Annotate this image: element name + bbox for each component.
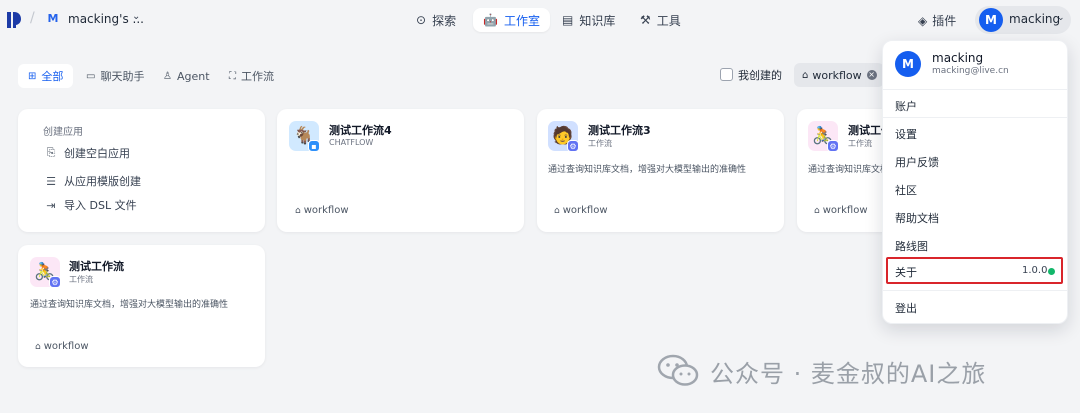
import-dsl[interactable]: ⇥ 导入 DSL 文件 xyxy=(44,197,137,213)
menu-item-feedback[interactable]: 用户反馈 xyxy=(895,154,939,170)
hammer-icon: ⚒ xyxy=(640,13,651,27)
nav-tools[interactable]: ⚒ 工具 xyxy=(630,8,691,32)
top-bar: / M macking's ... ⌄ ⊙ 探索 🤖 工作室 ▤ 知识库 ⚒ 工… xyxy=(0,0,1080,40)
wechat-logo-icon xyxy=(657,354,699,386)
tag-icon: ⌂ xyxy=(295,205,301,216)
menu-item-help-docs[interactable]: 帮助文档 xyxy=(895,210,939,226)
app-title: 测试工作流3 xyxy=(588,124,651,137)
menu-user-name: macking xyxy=(932,51,984,65)
nav-explore-label: 探索 xyxy=(432,13,457,28)
menu-item-settings[interactable]: 设置 xyxy=(895,126,917,142)
divider xyxy=(883,290,1067,291)
tab-chat-assistant[interactable]: ▭ 聊天助手 xyxy=(76,64,154,88)
menu-item-about-label: 关于 xyxy=(895,266,917,279)
app-description: 通过查询知识库文档，增强对大模型输出的准确性 xyxy=(808,165,882,175)
grid-icon: ⊞ xyxy=(28,70,37,82)
mine-checkbox[interactable] xyxy=(720,68,733,81)
create-from-template[interactable]: ☰ 从应用模版创建 xyxy=(44,173,141,189)
tab-chat-assistant-label: 聊天助手 xyxy=(100,70,145,83)
chevron-down-icon[interactable]: ⌄ xyxy=(1057,13,1065,23)
app-type: 工作流 xyxy=(848,139,872,148)
tag-icon: ⌂ xyxy=(802,69,809,81)
app-title: 测试工作流4 xyxy=(329,124,392,137)
plugin-button[interactable]: ◈ 插件 xyxy=(918,12,956,29)
file-plus-icon: ⎘ xyxy=(46,146,56,159)
create-app-heading: 创建应用 xyxy=(43,127,83,138)
app-description: 通过查询知识库文档，增强对大模型输出的准确性 xyxy=(548,165,747,175)
tag-icon: ⌂ xyxy=(554,205,560,216)
book-icon: ▤ xyxy=(562,13,574,27)
robot-icon: 🤖 xyxy=(483,13,498,27)
tab-workflow-label: 工作流 xyxy=(241,70,274,83)
tab-all-label: 全部 xyxy=(41,70,64,83)
version-label: 1.0.0 xyxy=(1022,265,1048,276)
watermark-text: 公众号 · 麦金叔的AI之旅 xyxy=(710,360,987,388)
tab-workflow[interactable]: ⛶ 工作流 xyxy=(219,64,284,88)
workflow-badge-icon: ⚙ xyxy=(827,140,839,152)
compass-icon: ⊙ xyxy=(416,13,427,27)
import-dsl-label: 导入 DSL 文件 xyxy=(64,199,137,212)
create-from-template-label: 从应用模版创建 xyxy=(64,175,141,188)
create-blank-app-label: 创建空白应用 xyxy=(64,147,130,160)
tag-filter[interactable]: ⌂ workflow × xyxy=(794,63,884,87)
workflow-badge-icon: ⚙ xyxy=(567,140,579,152)
clear-icon[interactable]: × xyxy=(866,70,877,80)
menu-item-logout[interactable]: 登出 xyxy=(895,300,917,316)
workspace-avatar[interactable]: M xyxy=(46,12,60,26)
plugin-label: 插件 xyxy=(932,14,957,28)
chat-icon: ▭ xyxy=(86,70,96,82)
app-description: 通过查询知识库文档，增强对大模型输出的准确性 xyxy=(30,300,229,310)
tag-filter-label: workflow xyxy=(812,68,862,82)
chat-badge-icon: ▪ xyxy=(308,140,320,152)
status-dot xyxy=(1048,268,1055,275)
workflow-icon: ⛶ xyxy=(229,70,236,82)
tag-icon: ⌂ xyxy=(814,205,820,216)
divider xyxy=(883,89,1067,90)
avatar: M xyxy=(895,51,921,77)
cube-icon: ◈ xyxy=(918,13,928,28)
tab-all[interactable]: ⊞ 全部 xyxy=(18,64,74,88)
breadcrumb-divider: / xyxy=(30,10,35,26)
chevron-down-icon[interactable]: ⌄ xyxy=(132,11,140,22)
nav-explore[interactable]: ⊙ 探索 xyxy=(406,8,466,32)
app-type: 工作流 xyxy=(588,139,612,148)
app-tag-label: workflow xyxy=(562,205,608,216)
nav-knowledge-label: 知识库 xyxy=(579,13,616,28)
menu-item-community[interactable]: 社区 xyxy=(895,182,917,198)
app-tag[interactable]: ⌂ workflow xyxy=(554,205,608,216)
app-tag[interactable]: ⌂ workflow xyxy=(295,205,349,216)
create-blank-app[interactable]: ⎘ 创建空白应用 xyxy=(44,145,130,161)
menu-item-roadmap[interactable]: 路线图 xyxy=(895,238,928,254)
workflow-badge-icon: ⚙ xyxy=(49,276,61,288)
user-name[interactable]: macking xyxy=(1009,12,1060,26)
app-tag-label: workflow xyxy=(43,341,89,352)
tab-agent-label: Agent xyxy=(176,69,210,83)
app-tag[interactable]: ⌂ workflow xyxy=(814,205,868,216)
app-tag-label: workflow xyxy=(303,205,349,216)
menu-user-email: macking@live.cn xyxy=(932,66,1009,76)
tab-agent[interactable]: ♙ Agent xyxy=(153,64,220,88)
tag-icon: ⌂ xyxy=(35,341,41,352)
app-tag[interactable]: ⌂ workflow xyxy=(35,341,89,352)
menu-item-account[interactable]: 账户 xyxy=(895,98,917,114)
nav-studio-label: 工作室 xyxy=(503,13,540,28)
mine-label[interactable]: 我创建的 xyxy=(738,67,782,83)
nav-knowledge[interactable]: ▤ 知识库 xyxy=(552,8,625,32)
divider xyxy=(883,117,1067,118)
nav-studio[interactable]: 🤖 工作室 xyxy=(473,8,550,32)
import-icon: ⇥ xyxy=(46,198,56,212)
dify-logo-icon[interactable] xyxy=(6,11,22,29)
app-tag-label: workflow xyxy=(822,205,868,216)
app-type: CHATFLOW xyxy=(329,138,374,147)
avatar[interactable]: M xyxy=(979,8,1003,32)
template-icon: ☰ xyxy=(46,174,56,188)
agent-icon: ♙ xyxy=(163,70,172,82)
nav-tools-label: 工具 xyxy=(656,13,681,28)
app-title: 测试工作流 xyxy=(69,260,124,273)
app-type: 工作流 xyxy=(69,275,93,284)
